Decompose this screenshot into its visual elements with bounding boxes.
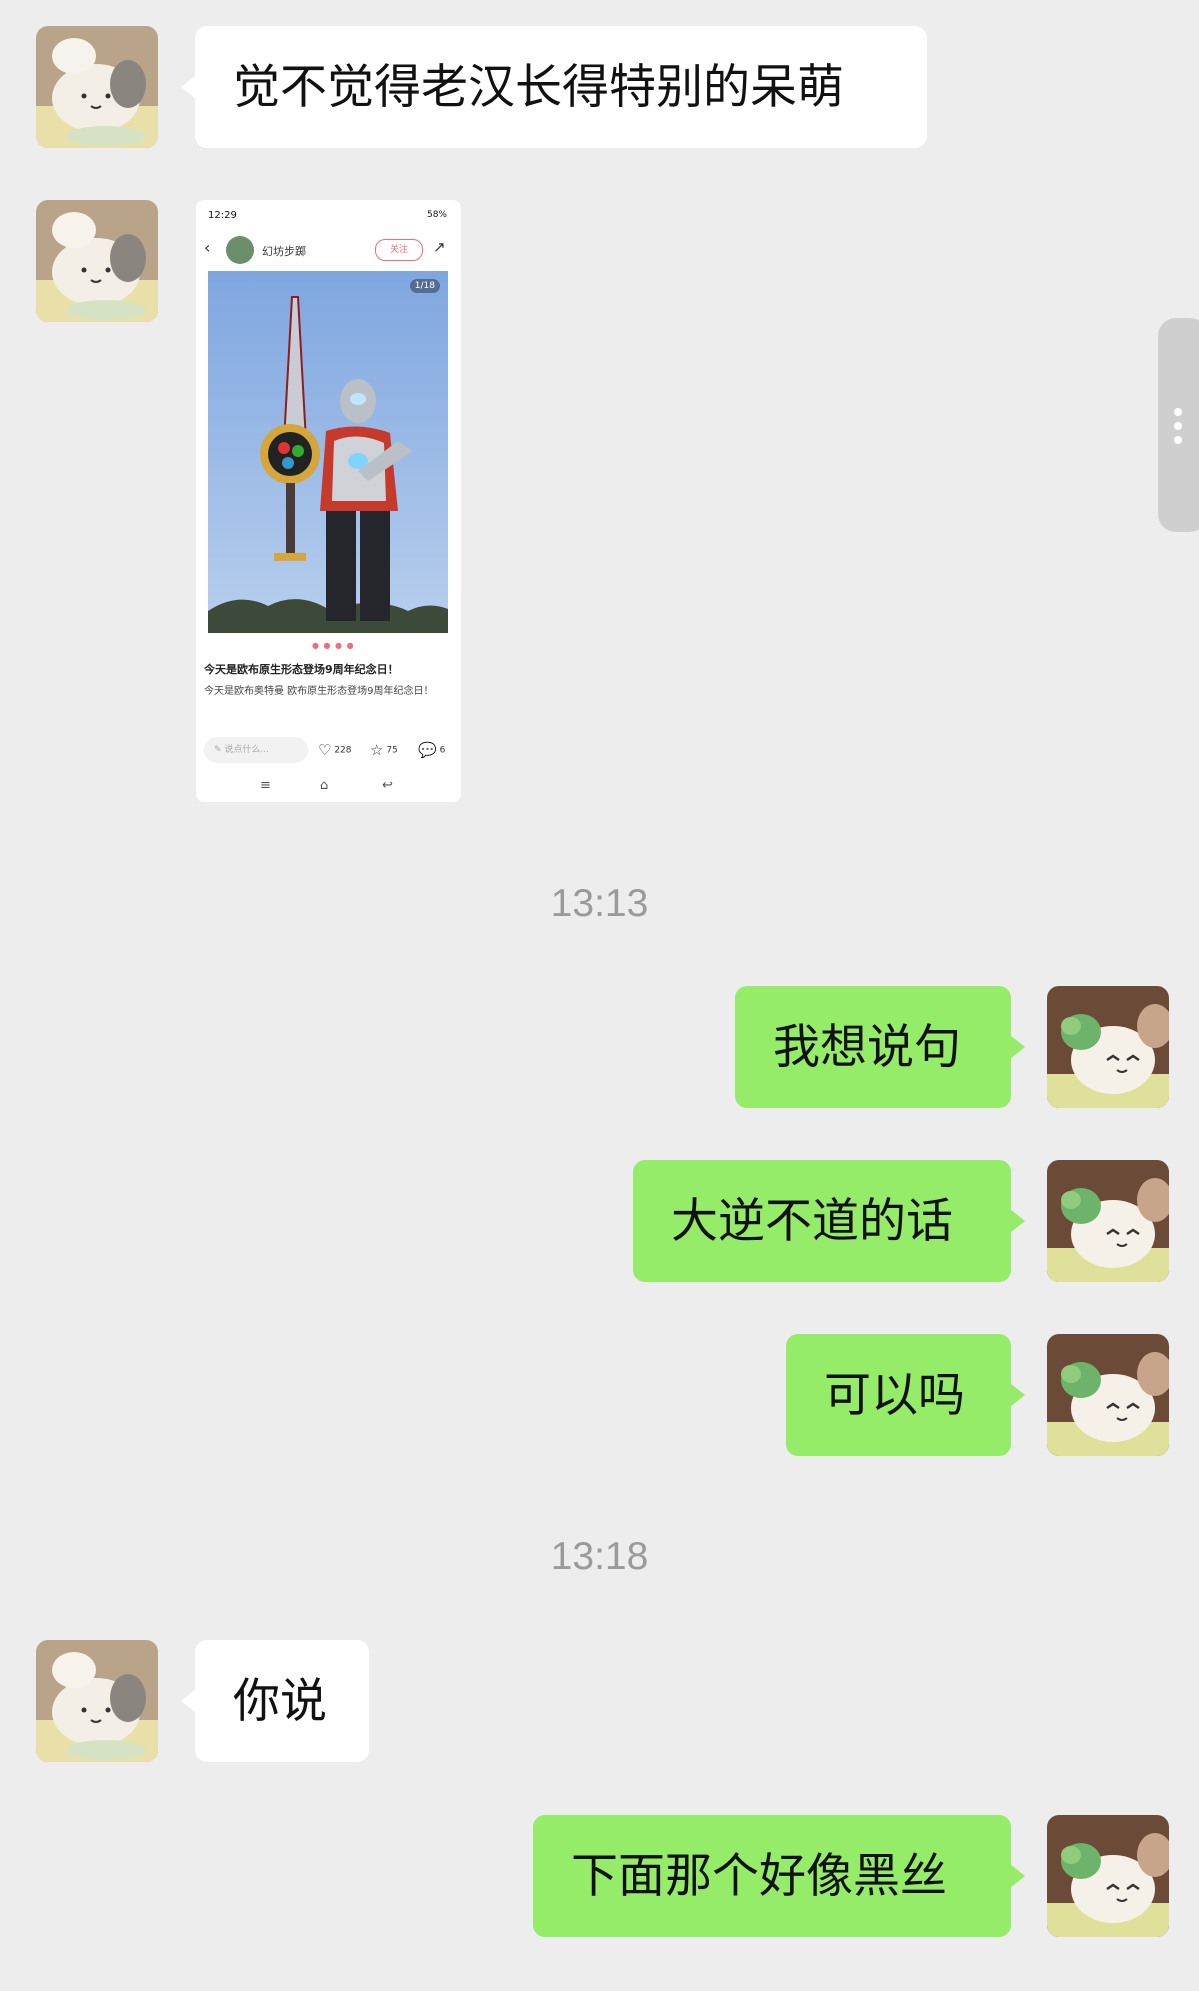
message-bubble-outgoing[interactable]: 我想说句	[735, 986, 1011, 1108]
message-text: 觉不觉得老汉长得特别的呆萌	[233, 59, 844, 115]
shared-image-message[interactable]: 12:29 58% ‹ 幻坊步踯 关注 ↗ 1/18 ● ● ● ● 今天是欧布…	[196, 200, 461, 802]
post-photo: 1/18	[208, 271, 448, 633]
avatar[interactable]	[1047, 1160, 1169, 1282]
heart-icon: ♡	[318, 741, 332, 759]
username: 幻坊步踯	[262, 245, 306, 258]
user-avatar	[226, 236, 254, 264]
message-bubble-outgoing[interactable]: 下面那个好像黑丝	[533, 1815, 1011, 1937]
comment-placeholder: 说点什么...	[224, 745, 269, 755]
status-time: 12:29	[208, 210, 237, 221]
pencil-icon: ✎	[214, 745, 225, 755]
star-count: ☆ 75	[370, 741, 398, 759]
message-text: 你说	[233, 1673, 327, 1729]
avatar[interactable]	[36, 200, 158, 322]
menu-icon: ≡	[260, 778, 271, 793]
message-bubble-outgoing[interactable]: 可以吗	[786, 1334, 1011, 1456]
message-text: 大逆不道的话	[671, 1193, 953, 1249]
comment-input: ✎ 说点什么...	[204, 737, 308, 763]
post-body: 今天是欧布奥特曼 欧布原生形态登场9周年纪念日！	[204, 686, 434, 697]
carousel-dots: ● ● ● ●	[312, 641, 355, 650]
message-bubble-incoming[interactable]: 觉不觉得老汉长得特别的呆萌	[195, 26, 927, 148]
comment-icon: 💬	[418, 741, 437, 759]
message-text: 可以吗	[824, 1367, 965, 1423]
message-bubble-incoming[interactable]: 你说	[195, 1640, 369, 1762]
follow-button: 关注	[375, 239, 423, 261]
image-pager: 1/18	[409, 279, 440, 293]
like-count: ♡ 228	[318, 741, 352, 759]
avatar[interactable]	[1047, 1334, 1169, 1456]
avatar[interactable]	[36, 1640, 158, 1762]
avatar[interactable]	[36, 26, 158, 148]
message-text: 下面那个好像黑丝	[571, 1848, 947, 1904]
return-icon: ↩	[382, 778, 393, 793]
timestamp: 13:13	[550, 882, 649, 925]
more-vertical-icon	[1174, 436, 1182, 444]
more-vertical-icon	[1174, 408, 1182, 416]
chevron-left-icon: ‹	[204, 238, 211, 257]
home-icon: ⌂	[320, 778, 329, 793]
side-drag-handle[interactable]	[1158, 318, 1199, 532]
comment-count: 💬 6	[418, 741, 446, 759]
star-icon: ☆	[370, 741, 384, 759]
status-battery: 58%	[426, 210, 447, 220]
more-vertical-icon	[1174, 422, 1182, 430]
message-bubble-outgoing[interactable]: 大逆不道的话	[633, 1160, 1011, 1282]
message-text: 我想说句	[773, 1019, 961, 1075]
avatar[interactable]	[1047, 1815, 1169, 1937]
share-icon: ↗	[433, 238, 446, 256]
timestamp: 13:18	[550, 1535, 649, 1578]
post-title: 今天是欧布原生形态登场9周年纪念日！	[204, 663, 399, 676]
avatar[interactable]	[1047, 986, 1169, 1108]
